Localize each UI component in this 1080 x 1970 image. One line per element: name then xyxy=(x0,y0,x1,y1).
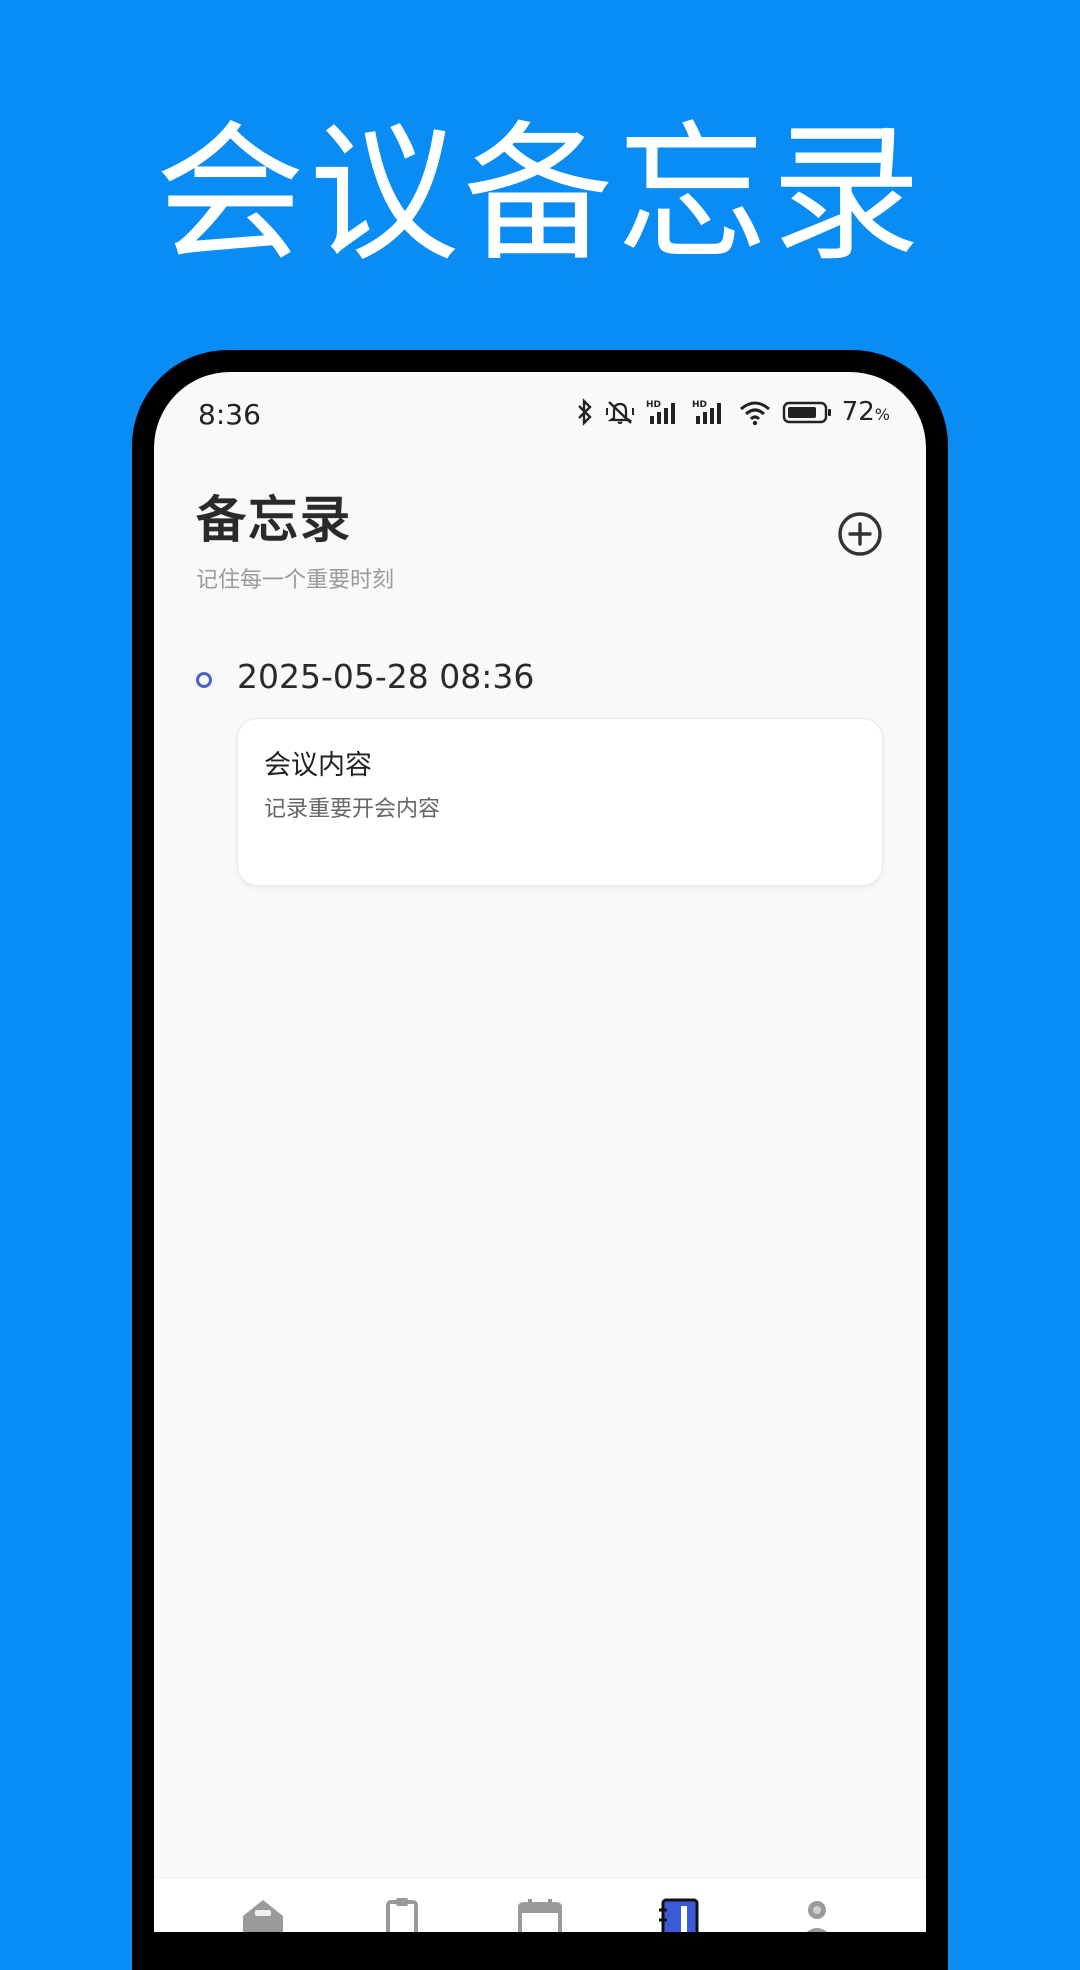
banner-title: 会议备忘录 xyxy=(154,108,925,282)
battery-icon xyxy=(782,398,832,426)
add-memo-button[interactable] xyxy=(836,510,884,558)
status-icons: HD HD 72% xyxy=(576,394,890,430)
bluetooth-icon xyxy=(576,398,594,426)
profile-icon xyxy=(807,1901,827,1932)
page-title: 备忘录 xyxy=(196,491,352,549)
clipboard-icon xyxy=(386,1898,418,1932)
calendar-icon xyxy=(518,1899,562,1932)
bottom-nav xyxy=(154,1877,926,1932)
nav-item-notebook[interactable] xyxy=(649,1896,709,1932)
signal-hd-icon: HD xyxy=(692,398,728,426)
memo-body: 记录重要开会内容 xyxy=(264,797,441,822)
phone-screen: 8:36 HD HD 72% 备忘录 记住每一个重要时刻 2025-05-28 … xyxy=(154,372,926,1932)
status-time: 8:36 xyxy=(198,398,261,431)
nav-item-home[interactable] xyxy=(233,1896,293,1932)
memo-card[interactable]: 会议内容 记录重要开会内容 xyxy=(237,718,883,886)
signal-hd-icon: HD xyxy=(646,398,682,426)
mute-icon xyxy=(604,398,636,426)
home-icon xyxy=(243,1900,283,1932)
memo-datetime: 2025-05-28 08:36 xyxy=(237,657,535,696)
svg-text:HD: HD xyxy=(692,400,707,410)
page-subtitle: 记住每一个重要时刻 xyxy=(196,568,395,593)
plus-circle-icon xyxy=(838,512,882,556)
svg-text:HD: HD xyxy=(646,400,661,410)
wifi-icon xyxy=(738,398,772,426)
nav-item-clipboard[interactable] xyxy=(372,1896,432,1932)
notebook-icon xyxy=(659,1898,699,1932)
nav-item-profile[interactable] xyxy=(787,1896,847,1932)
timeline-dot xyxy=(196,672,212,688)
memo-title: 会议内容 xyxy=(264,750,372,781)
battery-percent: 72% xyxy=(841,397,890,427)
nav-item-calendar[interactable] xyxy=(510,1896,570,1932)
